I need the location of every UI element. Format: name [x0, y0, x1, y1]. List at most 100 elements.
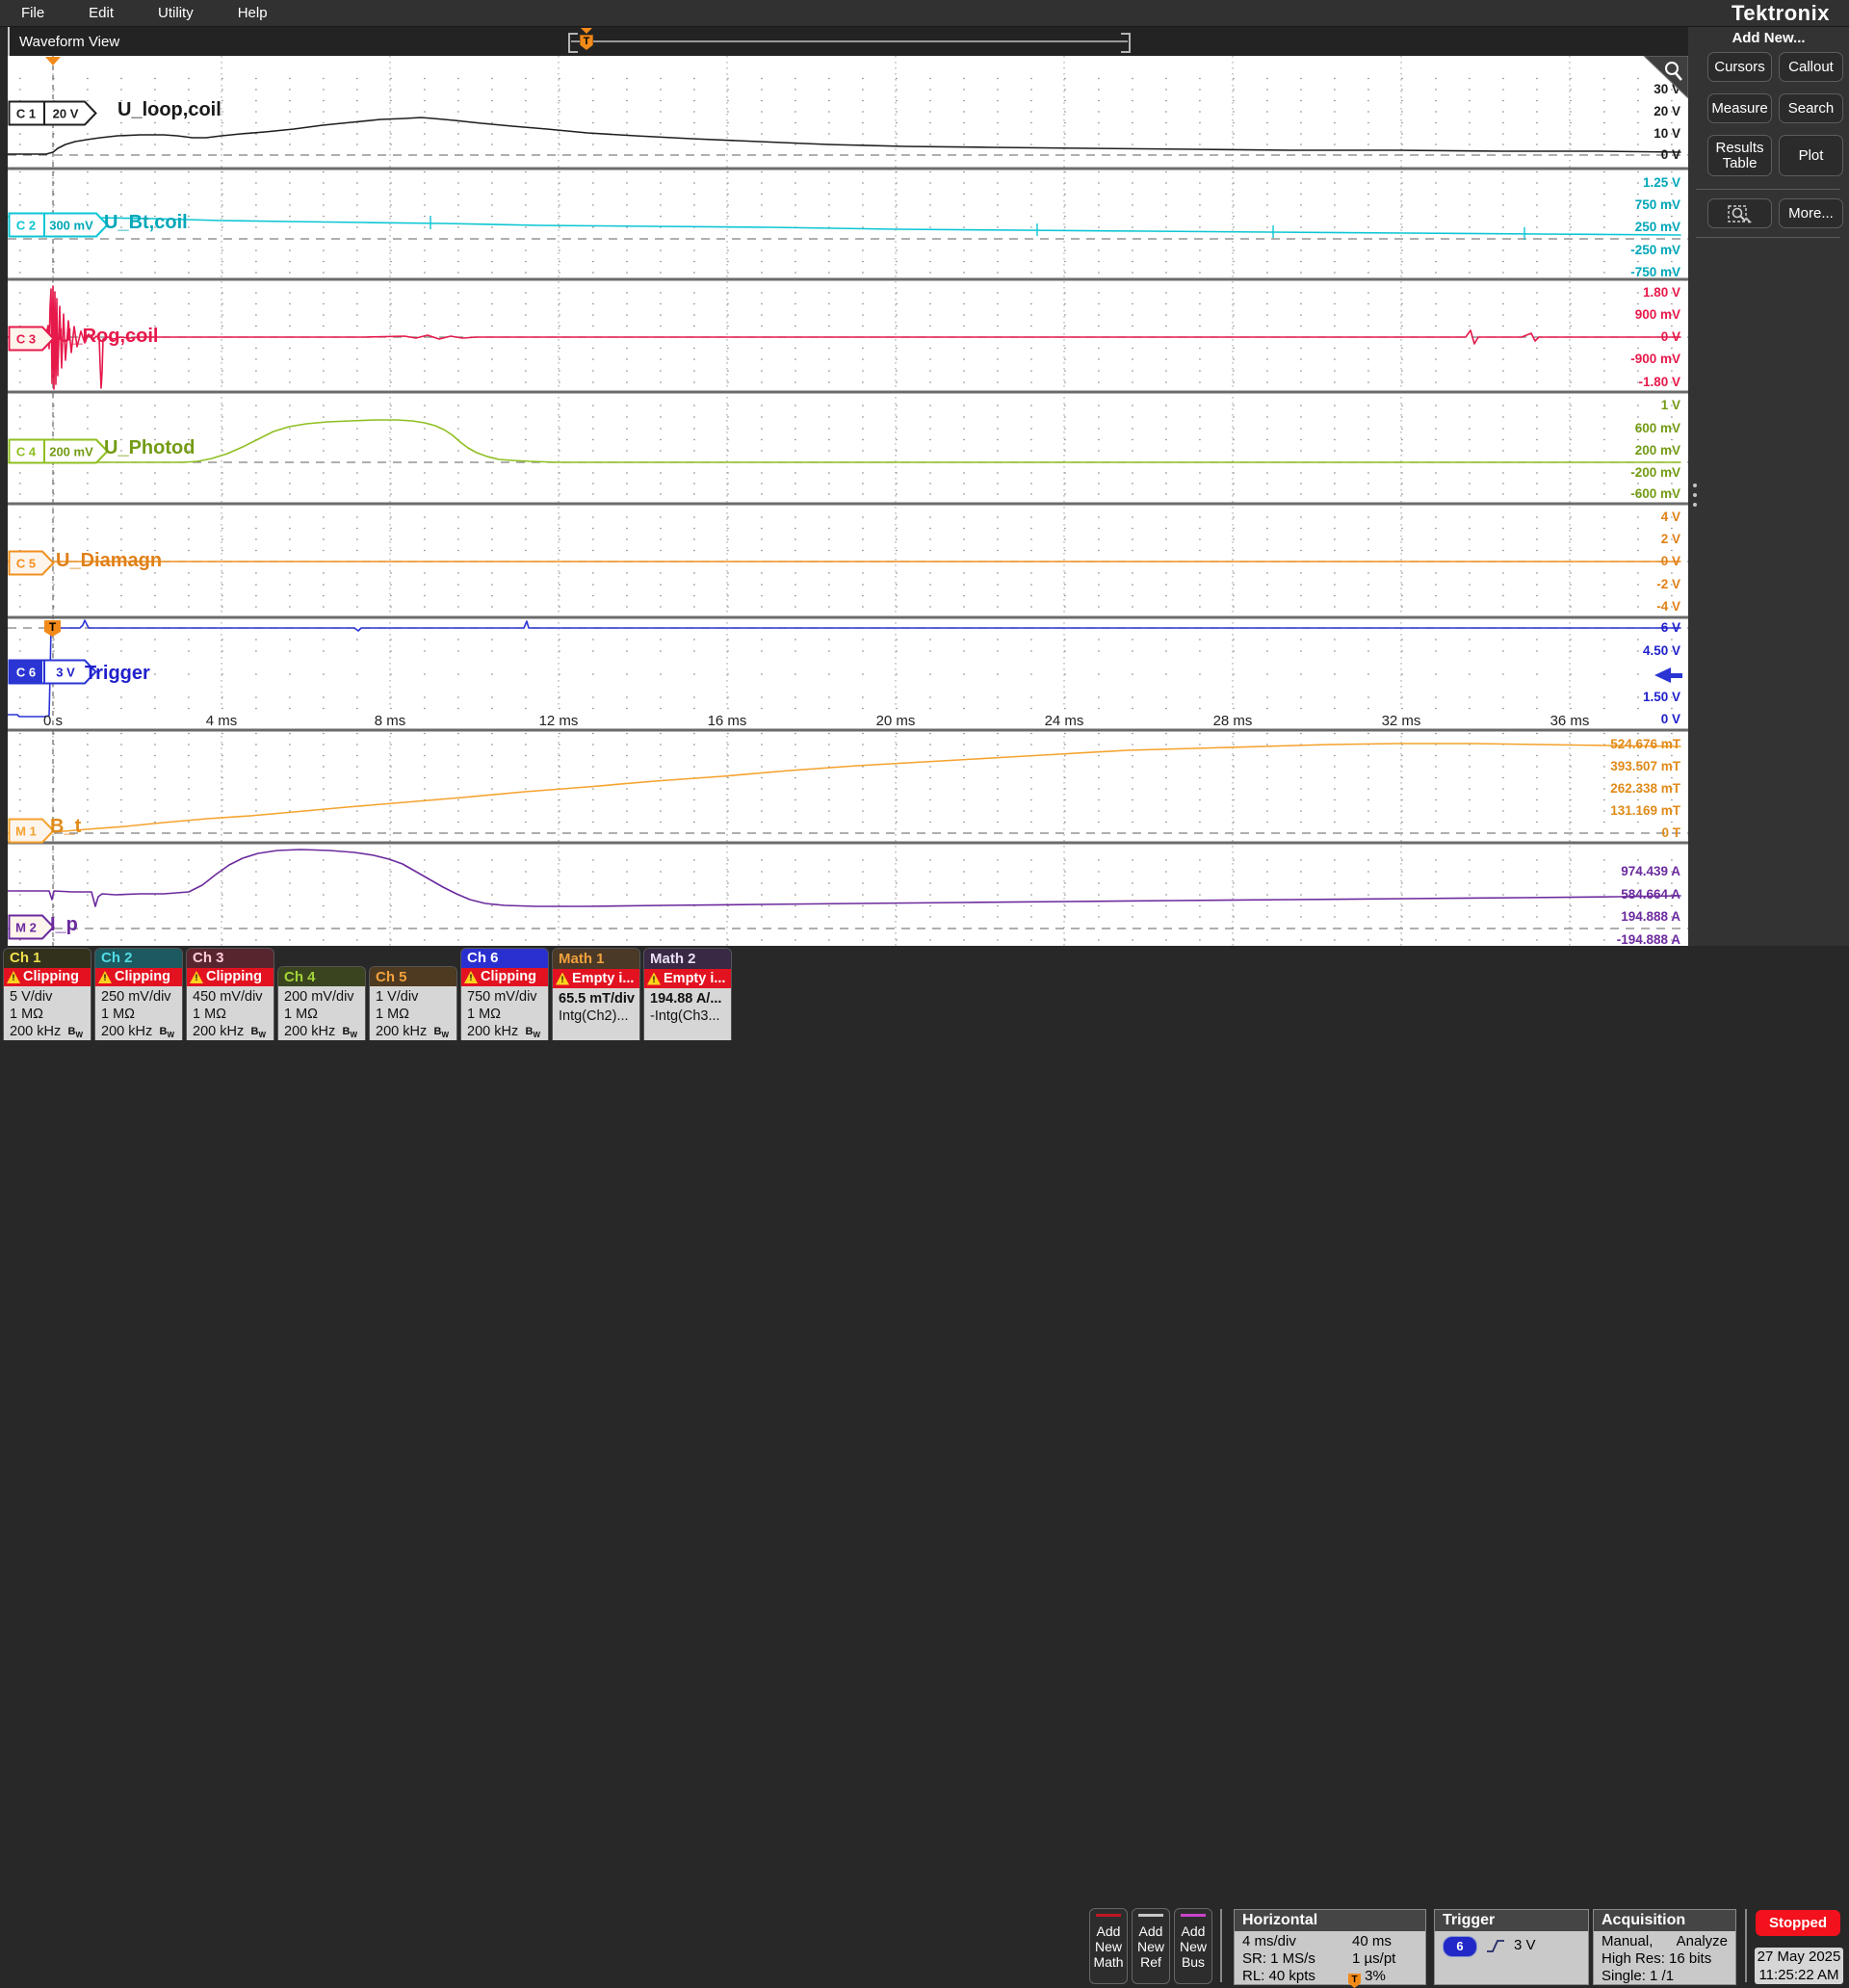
trace-C4	[8, 420, 1680, 462]
channel-badge-M2[interactable]: M 2	[8, 914, 55, 940]
menu-utility[interactable]: Utility	[158, 5, 194, 21]
add-new-math-button[interactable]: AddNewMath	[1089, 1908, 1128, 1984]
footer-badge-body: 5 V/div1 MΩ200 kHzBW	[4, 986, 91, 1040]
axis-value-label: 131.169 mT	[1536, 803, 1680, 819]
menu-help[interactable]: Help	[238, 5, 268, 21]
channel-label-C5[interactable]: U_Diamagn	[56, 550, 162, 572]
footer-badge-row: 1 MΩ	[284, 1006, 365, 1023]
time-axis-label: 20 ms	[876, 713, 916, 729]
footer-badge-ch6[interactable]: Ch 6!Clipping750 mV/div1 MΩ200 kHzBW	[460, 948, 549, 1040]
side-button-zoom-tool[interactable]	[1707, 198, 1772, 228]
add-new-ref-button[interactable]: AddNewRef	[1132, 1908, 1170, 1984]
channel-badge-C2[interactable]: C 2300 mV	[8, 212, 109, 238]
tektronix-logo: Tektronix	[1716, 1, 1845, 26]
axis-value-label: 1.50 V	[1536, 690, 1680, 705]
channel-label-C1[interactable]: U_loop,coil	[117, 99, 221, 121]
side-button-plot[interactable]: Plot	[1779, 135, 1843, 176]
horizontal-panel[interactable]: Horizontal 4 ms/div 40 ms SR: 1 MS/s 1 µ…	[1234, 1909, 1426, 1985]
footer-badge-row: -Intg(Ch3...	[650, 1007, 731, 1025]
panel-splitter-dot[interactable]	[1693, 503, 1697, 507]
run-stop-status-button[interactable]: Stopped	[1756, 1910, 1840, 1936]
channel-label-M1[interactable]: B_t	[50, 816, 81, 838]
right-side-panel: Add New... CursorsCalloutMeasureSearchRe…	[1688, 27, 1849, 946]
footer-badge-math1[interactable]: Math 1!Empty i...65.5 mT/divIntg(Ch2)...	[552, 948, 640, 1040]
axis-value-label: 0 T	[1536, 825, 1680, 841]
trigger-top-marker-icon[interactable]	[45, 57, 61, 65]
footer-badge-ch2[interactable]: Ch 2!Clipping250 mV/div1 MΩ200 kHzBW	[94, 948, 183, 1040]
warning-text: Empty i...	[664, 971, 725, 986]
channel-badge-C5[interactable]: C 5	[8, 550, 55, 576]
panel-splitter-dot[interactable]	[1693, 484, 1697, 487]
channel-label-C6[interactable]: Trigger	[85, 663, 150, 685]
acquisition-overview-bar[interactable]: T	[568, 33, 1131, 51]
clipping-warning: !Empty i...	[553, 969, 639, 988]
footer-badge-math2[interactable]: Math 2!Empty i...194.88 A/...-Intg(Ch3..…	[643, 948, 732, 1040]
channel-badge-C3[interactable]: C 3	[8, 326, 55, 352]
warning-icon: !	[98, 971, 112, 983]
overview-trigger-position-icon[interactable]: T	[580, 35, 593, 50]
warning-text: Clipping	[206, 969, 262, 984]
add-new-bus-button[interactable]: AddNewBus	[1174, 1908, 1212, 1984]
warning-text: Clipping	[481, 969, 536, 984]
clipping-warning: !Clipping	[461, 968, 548, 986]
bandwidth-limit-icon: BW	[250, 1023, 266, 1040]
overview-bracket-right	[1121, 33, 1131, 53]
svg-text:C 2: C 2	[16, 219, 36, 233]
side-button-cursors[interactable]: Cursors	[1707, 52, 1772, 82]
footer-badge-ch5[interactable]: Ch 51 V/div1 MΩ200 kHzBW	[369, 966, 457, 1040]
button-line: Add	[1133, 1923, 1169, 1939]
footer-badge-ch1[interactable]: Ch 1!Clipping5 V/div1 MΩ200 kHzBW	[3, 948, 91, 1040]
side-button-results-table[interactable]: Results Table	[1707, 135, 1772, 176]
channel-badge-C1[interactable]: C 120 V	[8, 100, 97, 126]
grid-lines	[8, 56, 1688, 946]
warning-icon: !	[7, 971, 20, 983]
menu-file[interactable]: File	[21, 5, 44, 21]
clipping-warning: !Clipping	[4, 968, 91, 986]
footer-badge-ch4[interactable]: Ch 4200 mV/div1 MΩ200 kHzBW	[277, 966, 366, 1040]
channel-badge-C4[interactable]: C 4200 mV	[8, 438, 109, 464]
footer-badge-body: 750 mV/div1 MΩ200 kHzBW	[461, 986, 548, 1040]
menu-edit[interactable]: Edit	[89, 5, 114, 21]
svg-text:20 V: 20 V	[53, 107, 79, 121]
bandwidth-limit-icon: BW	[525, 1023, 540, 1040]
footer-divider	[1745, 1909, 1747, 1982]
channel-label-M2[interactable]: I_p	[50, 914, 78, 936]
footer-badge-body: 200 mV/div1 MΩ200 kHzBW	[278, 986, 365, 1040]
time-axis-label: 4 ms	[206, 713, 238, 729]
channel-badge-M1[interactable]: M 1	[8, 818, 55, 844]
trigger-panel[interactable]: Trigger 6 3 V	[1434, 1909, 1589, 1985]
footer-badge-ch3[interactable]: Ch 3!Clipping450 mV/div1 MΩ200 kHzBW	[186, 948, 274, 1040]
warning-text: Clipping	[115, 969, 170, 984]
panel-splitter-dot[interactable]	[1693, 493, 1697, 497]
acquisition-panel[interactable]: Acquisition Manual, Analyze High Res: 16…	[1593, 1909, 1736, 1985]
trigger-level: 3 V	[1514, 1937, 1536, 1953]
side-button-measure[interactable]: Measure	[1707, 93, 1772, 123]
waveform-canvas[interactable]: 0 s4 ms8 ms12 ms16 ms20 ms24 ms28 ms32 m…	[8, 56, 1688, 946]
axis-value-label: -1.80 V	[1536, 375, 1680, 390]
footer-badge-body: 1 V/div1 MΩ200 kHzBW	[370, 986, 456, 1040]
footer-badge-row: 750 mV/div	[467, 988, 548, 1006]
channel-label-C3[interactable]: U_Rog,coil	[58, 326, 158, 348]
horizontal-resolution: 1 µs/pt	[1352, 1950, 1395, 1967]
zoom-corner-button[interactable]	[1644, 56, 1688, 98]
trace-C1	[8, 118, 1680, 154]
side-button-search[interactable]: Search	[1779, 93, 1843, 123]
channel-label-C2[interactable]: U_Bt,coil	[104, 212, 188, 234]
time-label: 11:25:22 AM	[1755, 1966, 1843, 1984]
footer-badge-row: 200 kHzBW	[193, 1023, 273, 1040]
button-color-stripe	[1138, 1914, 1163, 1917]
footer-badge-row: 1 MΩ	[376, 1006, 456, 1023]
side-button-callout[interactable]: Callout	[1779, 52, 1843, 82]
trigger-source-badge: 6	[1443, 1936, 1477, 1957]
svg-text:C 6: C 6	[16, 666, 36, 680]
waveform-grid-and-traces	[8, 56, 1688, 946]
button-color-stripe	[1096, 1914, 1121, 1917]
channel-label-C4[interactable]: U_Photod	[104, 437, 195, 459]
warning-text: Clipping	[23, 969, 79, 984]
trigger-level-arrow-icon[interactable]	[1654, 667, 1671, 683]
axis-value-label: 0 V	[1536, 554, 1680, 569]
bandwidth-limit-icon: BW	[67, 1023, 83, 1040]
side-button-more[interactable]: More...	[1779, 198, 1843, 228]
warning-icon: !	[647, 973, 661, 985]
footer-badge-row: 200 kHzBW	[376, 1023, 456, 1040]
